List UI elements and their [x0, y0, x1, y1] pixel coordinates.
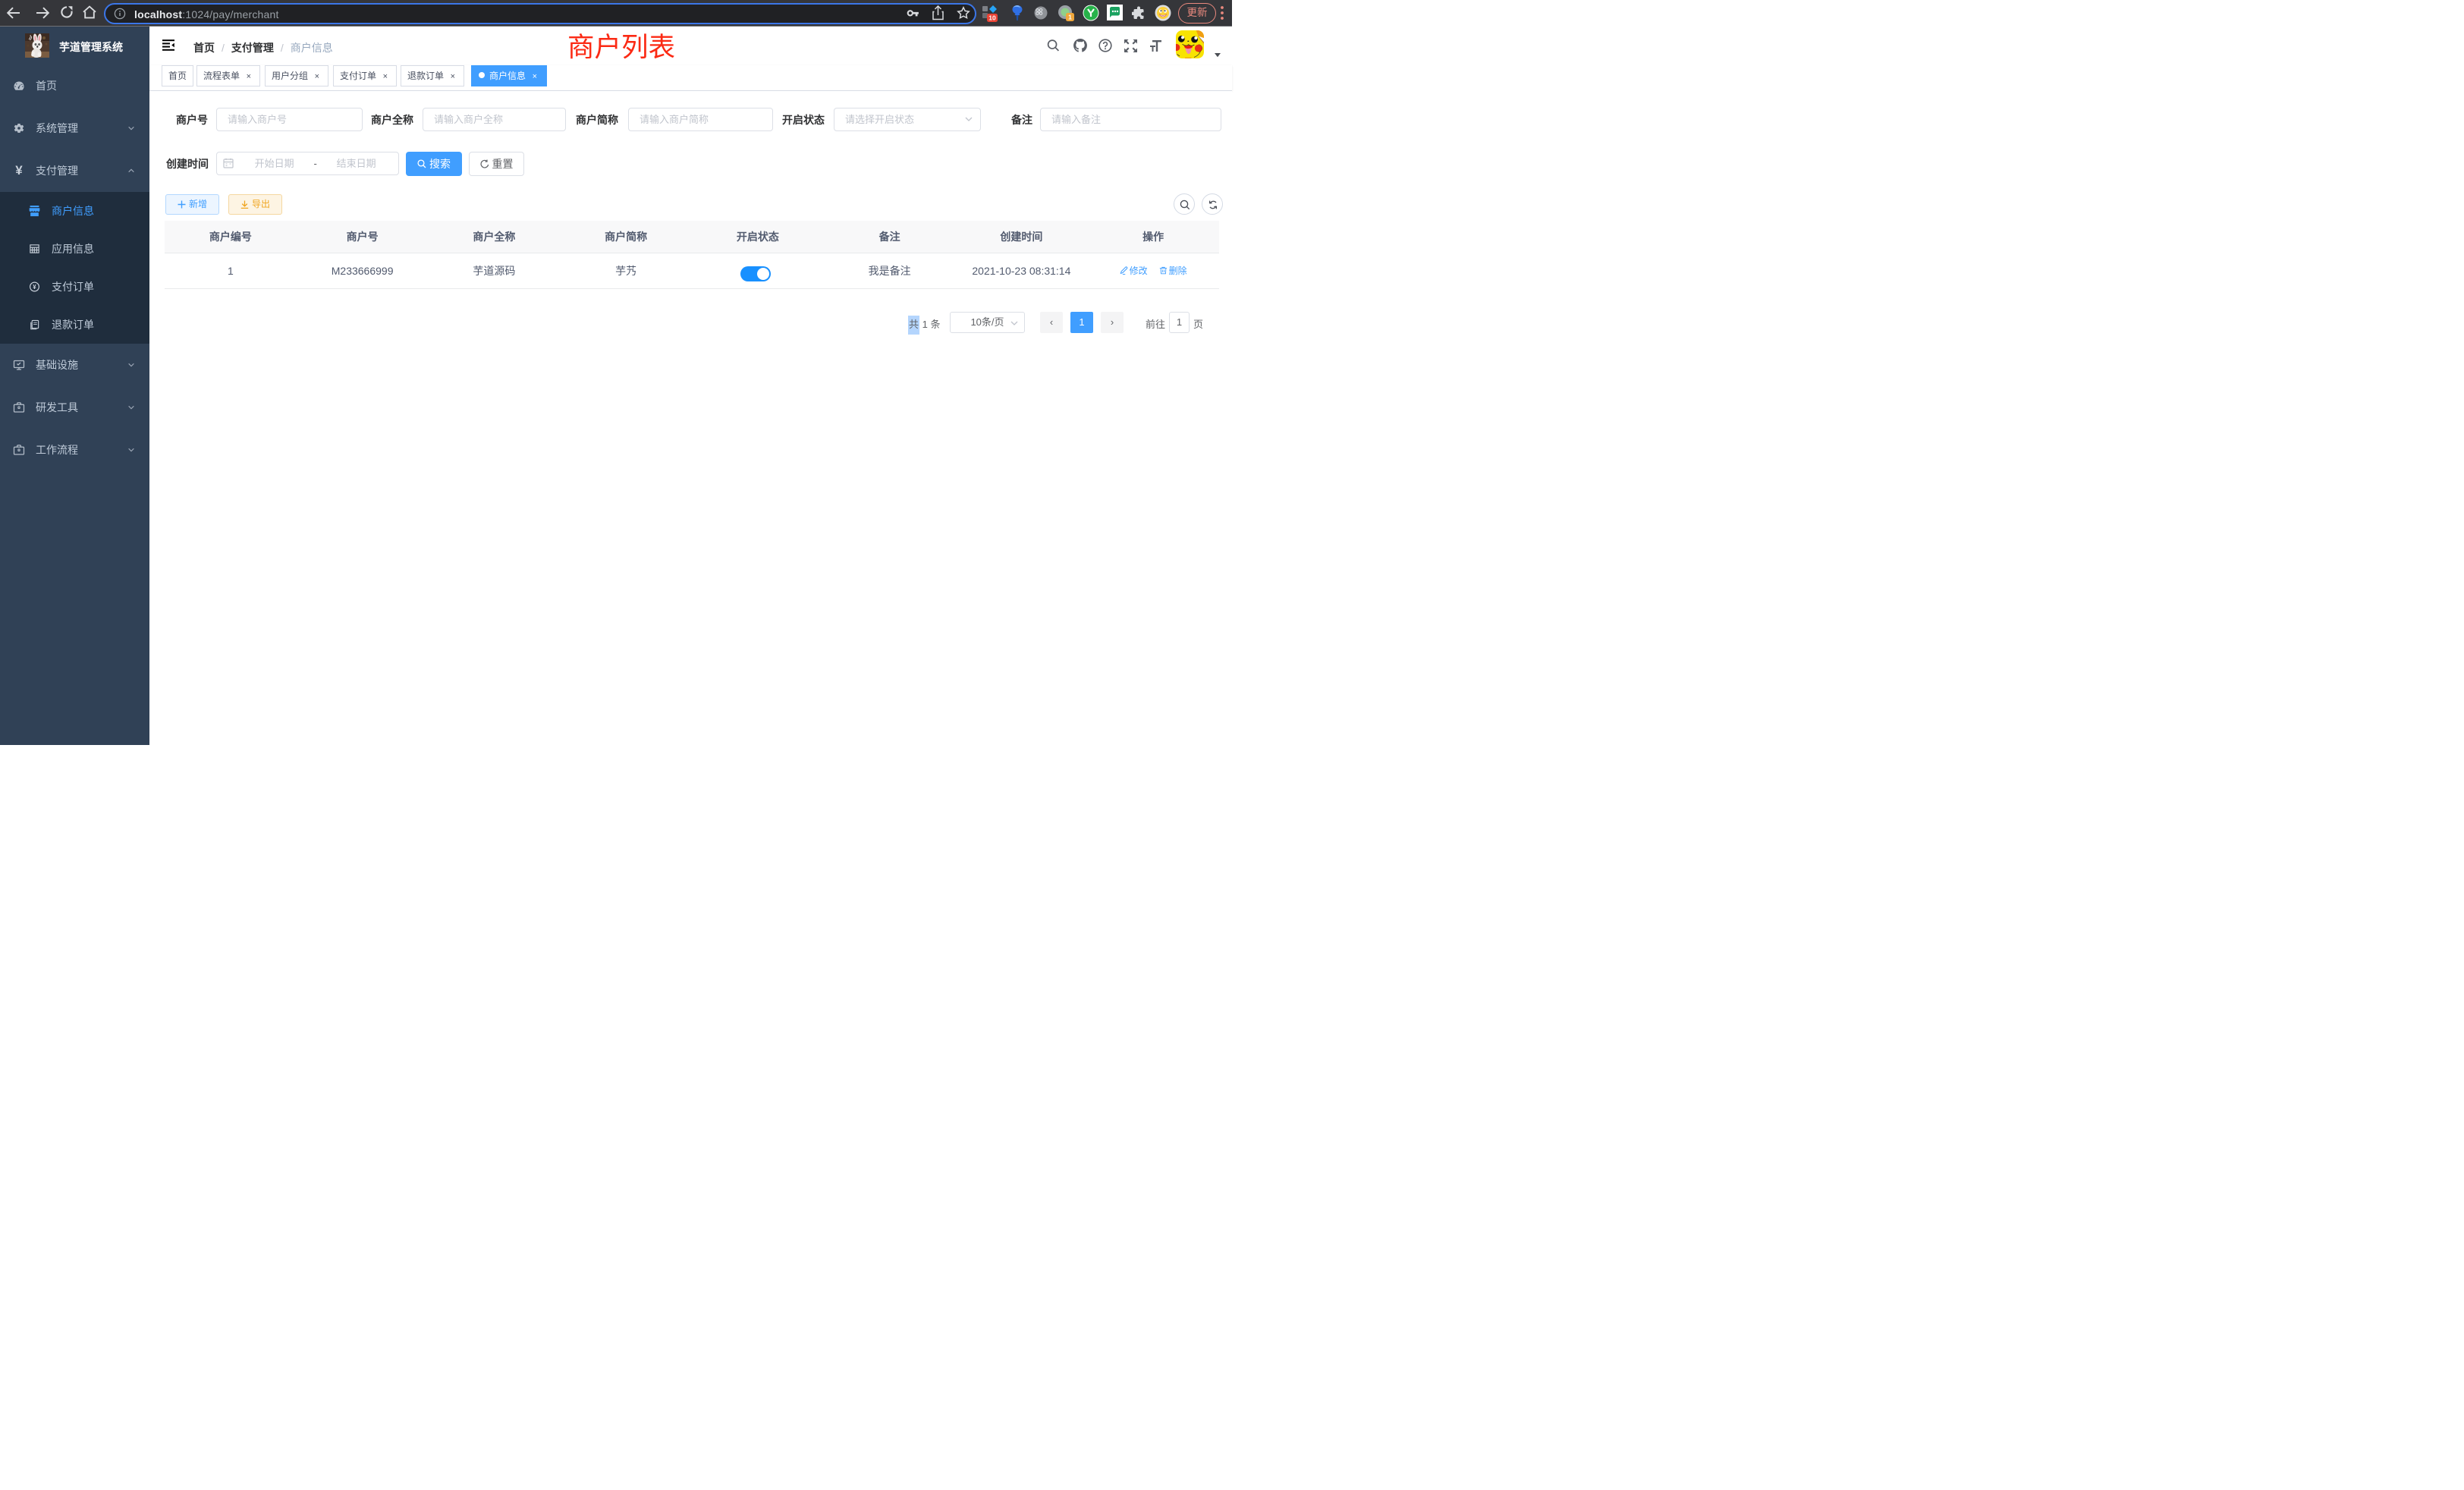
svg-text:1: 1 — [1068, 14, 1072, 21]
svg-text:¥: ¥ — [33, 284, 36, 291]
svg-text:10: 10 — [988, 14, 996, 22]
